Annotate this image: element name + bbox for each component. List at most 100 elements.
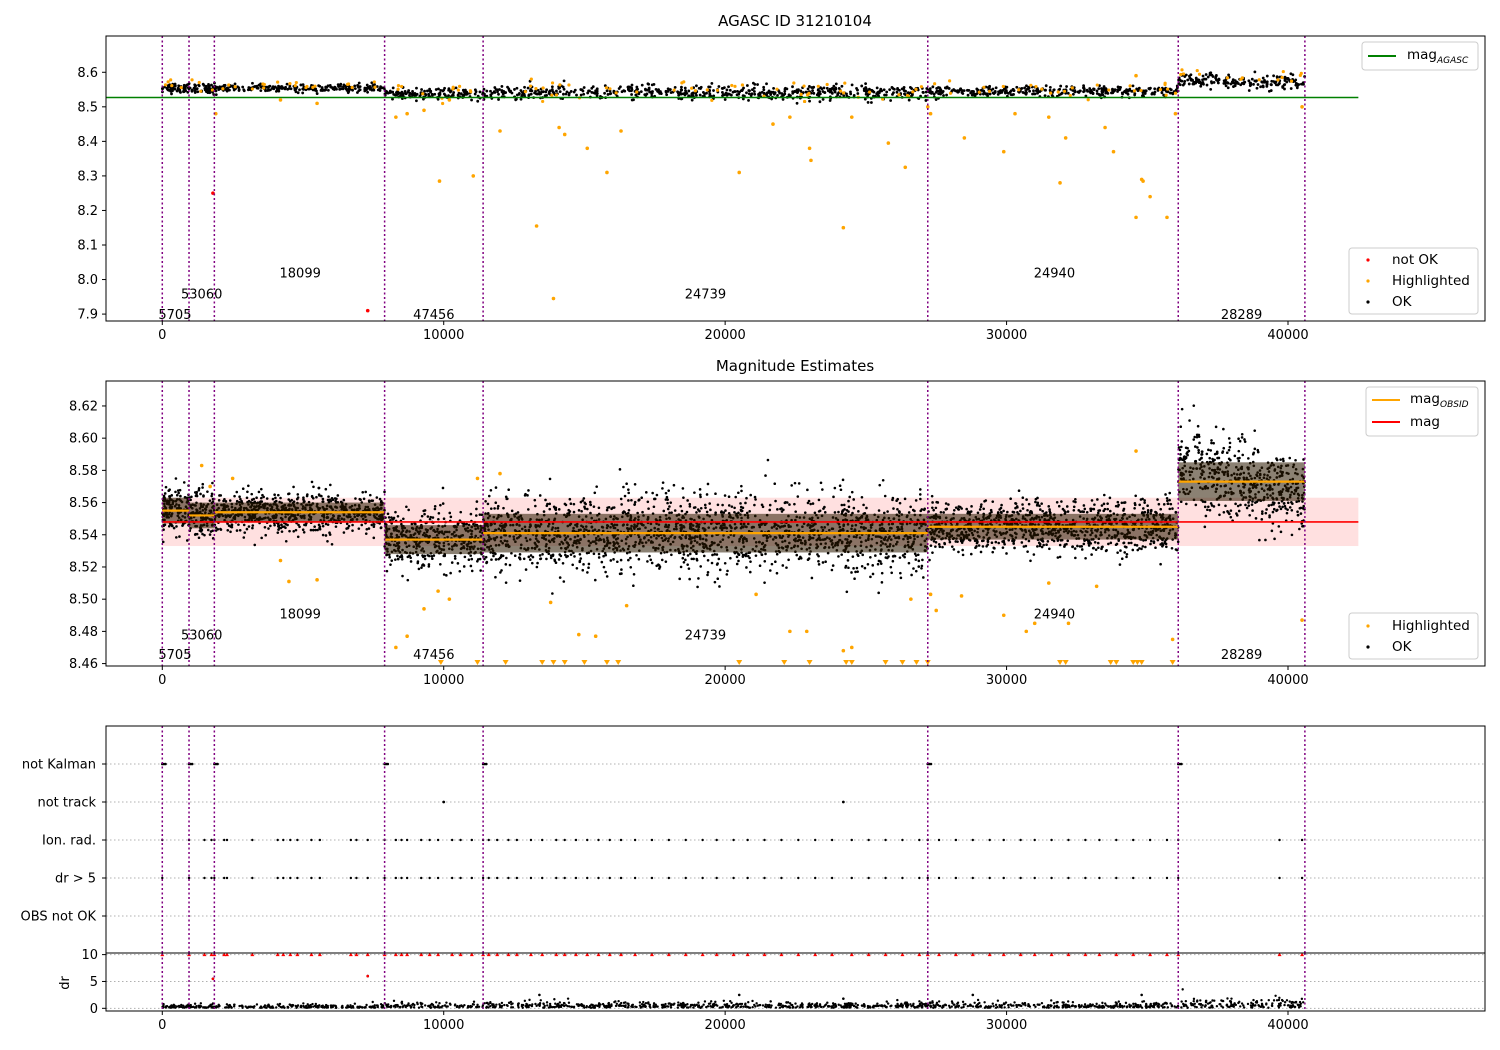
estimate-ok-point (882, 511, 886, 515)
estimate-ok-point (842, 503, 846, 507)
estimate-ok-point (247, 484, 250, 488)
agasc-highlighted-outlier (737, 170, 742, 175)
estimate-ok-point (237, 523, 240, 526)
estimate-ok-point (753, 495, 757, 499)
agasc-ok-point (1189, 73, 1193, 77)
agasc-ok-point (712, 89, 715, 92)
agasc-ok-point (717, 85, 721, 88)
estimate-ok-point (705, 510, 709, 514)
estimate-ok-point (201, 486, 204, 489)
agasc-ok-point (1259, 85, 1263, 89)
estimate-ok-point (783, 501, 787, 505)
agasc-ok-point (799, 89, 803, 93)
agasc-ok-point (907, 98, 911, 102)
agasc-ok-point (806, 87, 810, 91)
estimate-ok-point (879, 562, 883, 565)
agasc-highlighted-point (373, 85, 377, 89)
estimate-ok-point (493, 507, 496, 510)
agasc-ok-point (550, 85, 554, 89)
estimate-ok-point (612, 506, 616, 509)
estimate-ok-point (670, 553, 673, 557)
estimate-ok-point (730, 505, 734, 508)
agasc-ok-point (997, 90, 1000, 94)
agasc-ok-point (313, 88, 317, 92)
agasc-ok-point (882, 88, 886, 92)
estimate-ok-point (737, 511, 740, 515)
agasc-highlighted-outlier (1134, 215, 1138, 220)
agasc-ok-point (780, 92, 784, 95)
agasc-ok-point (415, 92, 419, 96)
agasc-ok-point (595, 89, 599, 93)
estimate-ok-point (274, 499, 278, 503)
agasc-ok-point (285, 82, 289, 86)
agasc-highlighted-point (197, 80, 201, 85)
estimate-ok-point (892, 554, 896, 558)
agasc-ok-point (579, 88, 583, 91)
agasc-highlighted-point (190, 78, 194, 82)
estimate-ok-point (494, 575, 497, 579)
agasc-ok-point (342, 83, 346, 87)
estimate-ok-point (793, 481, 797, 485)
estimate-ok-point (561, 562, 565, 565)
agasc-ok-point (1224, 84, 1228, 88)
agasc-ok-point (635, 85, 639, 89)
agasc-ok-point (1116, 85, 1120, 89)
estimate-ok-point (688, 552, 692, 556)
agasc-ok-point (630, 88, 634, 92)
estimate-ok-point (699, 495, 702, 499)
agasc-ok-point (438, 93, 442, 96)
agasc-ok-point (454, 86, 458, 90)
estimate-ok-point (409, 560, 413, 563)
agasc-ok-point (981, 92, 985, 96)
estimate-ok-point (175, 493, 179, 497)
agasc-ok-point (605, 89, 609, 93)
agasc-ok-point (639, 90, 643, 94)
estimate-ok-point (889, 565, 893, 569)
agasc-ok-point (1121, 92, 1124, 96)
agasc-y-tick-label: 8.2 (77, 204, 98, 219)
agasc-highlighted-outlier (928, 111, 933, 116)
estimate-ok-point (714, 492, 717, 496)
estimate-ok-point (247, 525, 251, 528)
estimate-ok-point (219, 528, 223, 531)
estimate-ok-point (637, 499, 640, 502)
estimate-ok-point (832, 495, 835, 499)
estimate-ok-point (170, 494, 174, 497)
estimate-ok-point (273, 493, 276, 497)
agasc-highlighted-outlier (841, 225, 846, 230)
agasc-ok-point (170, 88, 174, 92)
estimate-ok-point (830, 568, 834, 572)
estimate-ok-point (277, 493, 280, 497)
estimate-ok-point (876, 562, 880, 566)
estimate-ok-point (294, 528, 298, 532)
agasc-ok-point (1204, 73, 1208, 76)
agasc-ok-point (1189, 77, 1193, 81)
agasc-ok-point (972, 90, 975, 93)
estimate-ok-point (704, 506, 707, 510)
agasc-ok-point (630, 83, 634, 87)
estimate-ok-point (245, 496, 249, 500)
agasc-highlighted-point (163, 83, 168, 87)
estimate-ok-point (178, 535, 181, 538)
estimate-ok-point (469, 512, 473, 516)
estimate-ok-point (745, 566, 748, 569)
estimate-ok-point (881, 478, 885, 482)
estimate-ok-point (524, 568, 528, 571)
agasc-obsid-label: 53060 (181, 287, 222, 302)
agasc-ok-point (1123, 90, 1126, 94)
agasc-ok-point (1043, 88, 1047, 92)
estimate-ok-point (235, 490, 239, 494)
estimate-ok-point (840, 553, 843, 556)
estimate-ok-point (907, 511, 911, 514)
agasc-highlighted-outlier (1134, 73, 1138, 78)
estimate-ok-point (467, 558, 471, 562)
estimate-ok-point (863, 566, 867, 570)
agasc-ok-point (437, 87, 440, 91)
estimate-ok-point (664, 491, 668, 495)
estimate-ok-point (496, 507, 500, 510)
estimate-ok-point (687, 567, 691, 570)
agasc-highlighted-outlier (498, 129, 502, 133)
agasc-ok-point (748, 89, 751, 93)
agasc-ok-point (652, 82, 656, 86)
estimate-ok-point (484, 500, 487, 503)
